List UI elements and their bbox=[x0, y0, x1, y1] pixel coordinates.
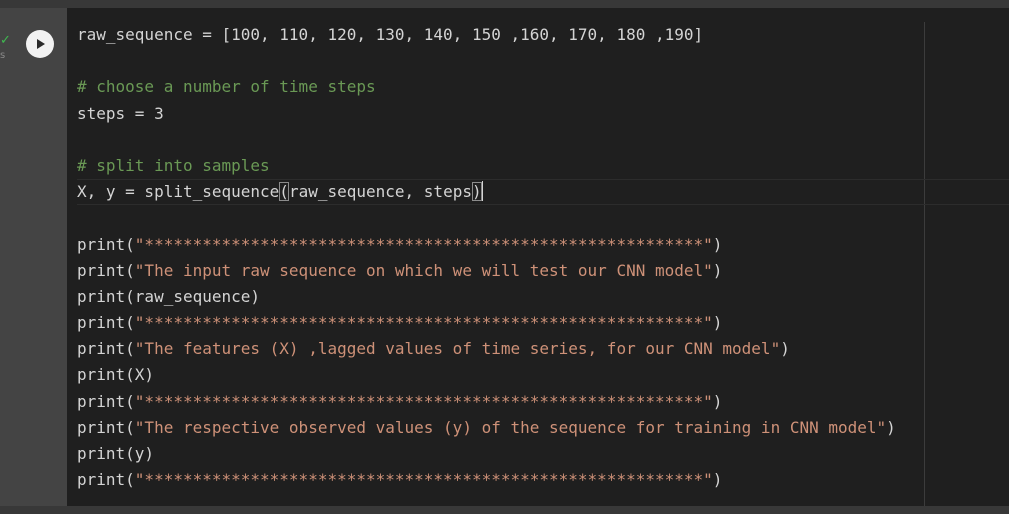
code-line[interactable]: print("*********************************… bbox=[77, 232, 1009, 258]
code-line[interactable] bbox=[77, 127, 1009, 153]
code-line[interactable]: print("The features (X) ,lagged values o… bbox=[77, 336, 1009, 362]
execution-time-label: s bbox=[0, 50, 6, 61]
code-line[interactable]: print("*********************************… bbox=[77, 310, 1009, 336]
code-line[interactable]: steps = 3 bbox=[77, 101, 1009, 127]
code-line[interactable] bbox=[77, 205, 1009, 231]
code-line[interactable]: raw_sequence = [100, 110, 120, 130, 140,… bbox=[77, 22, 1009, 48]
code-line[interactable]: print(raw_sequence) bbox=[77, 284, 1009, 310]
code-area[interactable]: raw_sequence = [100, 110, 120, 130, 140,… bbox=[77, 22, 1009, 493]
code-line[interactable]: X, y = split_sequence(raw_sequence, step… bbox=[77, 179, 1009, 205]
code-line[interactable]: print("The respective observed values (y… bbox=[77, 415, 1009, 441]
code-editor[interactable]: raw_sequence = [100, 110, 120, 130, 140,… bbox=[67, 8, 1009, 506]
run-cell-button[interactable] bbox=[26, 30, 54, 58]
code-line[interactable] bbox=[77, 48, 1009, 74]
code-line[interactable]: print("*********************************… bbox=[77, 389, 1009, 415]
code-line[interactable]: print("*********************************… bbox=[77, 467, 1009, 493]
code-line[interactable]: # choose a number of time steps bbox=[77, 74, 1009, 100]
text-cursor bbox=[481, 181, 483, 202]
code-line[interactable]: print(y) bbox=[77, 441, 1009, 467]
notebook-cell: ✓ s raw_sequence = [100, 110, 120, 130, … bbox=[0, 0, 1009, 514]
code-line[interactable]: print("The input raw sequence on which w… bbox=[77, 258, 1009, 284]
code-line[interactable]: print(X) bbox=[77, 362, 1009, 388]
code-line[interactable]: # split into samples bbox=[77, 153, 1009, 179]
play-icon bbox=[37, 39, 45, 49]
cell-gutter: ✓ s bbox=[0, 8, 67, 506]
